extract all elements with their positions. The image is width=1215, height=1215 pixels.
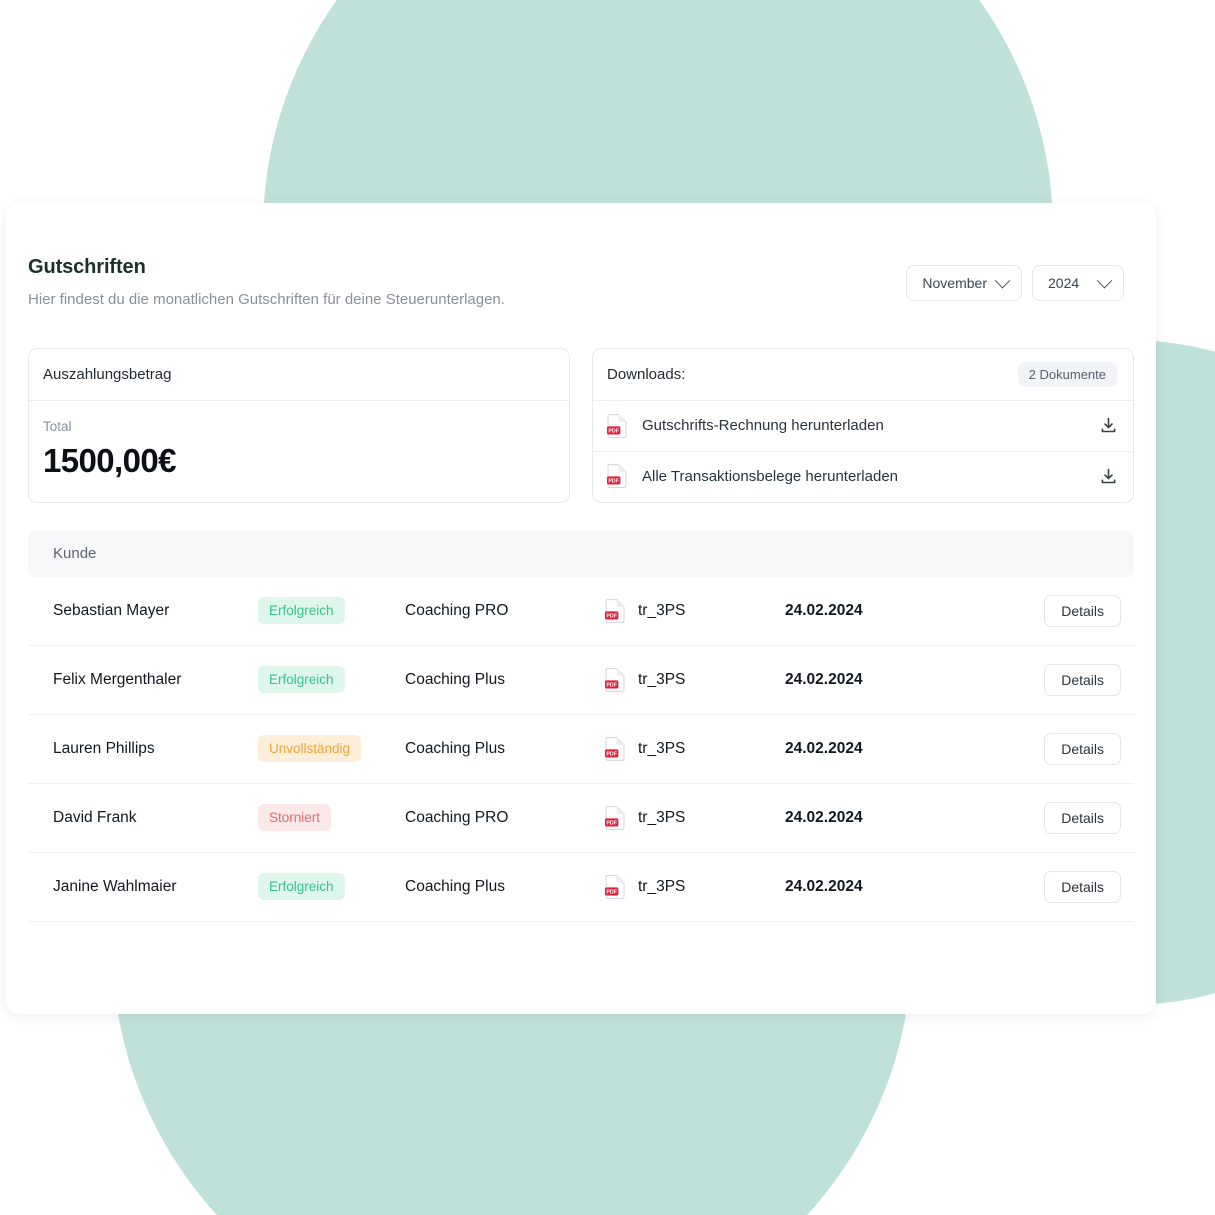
table-row[interactable]: David Frank Storniert Coaching PRO PDF t… bbox=[28, 784, 1134, 853]
cell-file[interactable]: PDF tr_3PS bbox=[605, 667, 785, 692]
cell-customer-name: Felix Mergenthaler bbox=[53, 670, 182, 688]
table-row[interactable]: Lauren Phillips Unvollständig Coaching P… bbox=[28, 715, 1134, 784]
payout-panel: Auszahlungsbetrag Total 1500,00€ bbox=[28, 347, 570, 503]
total-amount: 1500,00€ bbox=[43, 441, 176, 479]
pdf-icon: PDF bbox=[605, 667, 625, 692]
cell-customer-name: Lauren Phillips bbox=[53, 739, 155, 757]
svg-text:PDF: PDF bbox=[606, 613, 617, 619]
cell-status: Storniert bbox=[258, 804, 405, 831]
payout-panel-body: Total 1500,00€ bbox=[29, 401, 569, 502]
downloads-panel-title: Downloads: bbox=[607, 365, 686, 383]
cell-action: Details bbox=[970, 870, 1121, 903]
cell-plan: Coaching PRO bbox=[405, 601, 509, 619]
card-header: Gutschriften Hier findest du die monatli… bbox=[28, 255, 1134, 310]
cell-action: Details bbox=[970, 801, 1121, 834]
cell-date: 24.02.2024 bbox=[785, 877, 863, 895]
status-badge: Unvollständig bbox=[258, 735, 362, 762]
downloads-panel: Downloads: 2 Dokumente PDF Gutschrifts-R… bbox=[592, 347, 1134, 503]
cell-file-label: tr_3PS bbox=[638, 877, 686, 895]
status-badge: Erfolgreich bbox=[258, 597, 345, 624]
cell-file-label: tr_3PS bbox=[638, 739, 686, 757]
svg-text:PDF: PDF bbox=[608, 478, 619, 484]
cell-action: Details bbox=[970, 663, 1121, 696]
column-header-customer: Kunde bbox=[53, 545, 97, 562]
transactions-table: Kunde Sebastian Mayer Erfolgreich Coachi… bbox=[28, 530, 1134, 922]
cell-customer-name: David Frank bbox=[53, 808, 137, 826]
cell-file-label: tr_3PS bbox=[638, 808, 686, 826]
page-root: Gutschriften Hier findest du die monatli… bbox=[0, 0, 1215, 1215]
download-label: Alle Transaktionsbelege herunterladen bbox=[642, 467, 899, 485]
pdf-icon: PDF bbox=[605, 874, 625, 899]
cell-date: 24.02.2024 bbox=[785, 601, 863, 619]
status-badge: Erfolgreich bbox=[258, 666, 345, 693]
card-content: Gutschriften Hier findest du die monatli… bbox=[6, 203, 1156, 922]
download-row[interactable]: PDF Alle Transaktionsbelege herunterlade… bbox=[593, 450, 1133, 501]
cell-file[interactable]: PDF tr_3PS bbox=[605, 874, 785, 899]
payout-panel-header: Auszahlungsbetrag bbox=[29, 349, 569, 401]
document-count-badge: 2 Dokumente bbox=[1017, 361, 1117, 387]
pdf-icon: PDF bbox=[605, 805, 625, 830]
table-body: Sebastian Mayer Erfolgreich Coaching PRO… bbox=[28, 577, 1134, 922]
chevron-down-icon bbox=[1096, 272, 1113, 288]
cell-file-label: tr_3PS bbox=[638, 670, 686, 688]
cell-date: 24.02.2024 bbox=[785, 808, 863, 826]
cell-date: 24.02.2024 bbox=[785, 670, 863, 688]
total-label: Total bbox=[43, 418, 72, 434]
payout-panel-title: Auszahlungsbetrag bbox=[43, 365, 172, 383]
gutschriften-card: Gutschriften Hier findest du die monatli… bbox=[6, 203, 1156, 1014]
cell-status: Erfolgreich bbox=[258, 873, 405, 900]
download-label: Gutschrifts-Rechnung herunterladen bbox=[642, 417, 884, 434]
details-button[interactable]: Details bbox=[1044, 594, 1121, 627]
cell-file[interactable]: PDF tr_3PS bbox=[605, 736, 785, 761]
cell-customer-name: Sebastian Mayer bbox=[53, 601, 170, 619]
year-select-value: 2024 bbox=[1048, 275, 1080, 291]
period-filters: November 2024 bbox=[906, 255, 1134, 301]
summary-panels: Auszahlungsbetrag Total 1500,00€ Downloa… bbox=[28, 347, 1134, 503]
page-subtitle: Hier findest du die monatlichen Gutschri… bbox=[28, 291, 505, 308]
cell-status: Unvollständig bbox=[258, 735, 405, 762]
details-button[interactable]: Details bbox=[1044, 870, 1121, 903]
table-row[interactable]: Janine Wahlmaier Erfolgreich Coaching Pl… bbox=[28, 853, 1134, 922]
cell-file[interactable]: PDF tr_3PS bbox=[605, 805, 785, 830]
cell-plan: Coaching PRO bbox=[405, 808, 509, 826]
header-text-group: Gutschriften Hier findest du die monatli… bbox=[28, 255, 505, 310]
svg-text:PDF: PDF bbox=[606, 889, 617, 895]
year-select[interactable]: 2024 bbox=[1032, 265, 1124, 301]
cell-status: Erfolgreich bbox=[258, 666, 405, 693]
cell-status: Erfolgreich bbox=[258, 597, 405, 624]
chevron-down-icon bbox=[994, 272, 1011, 288]
cell-file-label: tr_3PS bbox=[638, 601, 686, 619]
cell-file[interactable]: PDF tr_3PS bbox=[605, 598, 785, 623]
svg-text:PDF: PDF bbox=[606, 751, 617, 757]
download-row[interactable]: PDF Gutschrifts-Rechnung herunterladen bbox=[593, 401, 1133, 451]
month-select-value: November bbox=[922, 275, 987, 291]
cell-action: Details bbox=[970, 594, 1121, 627]
pdf-icon: PDF bbox=[607, 413, 627, 438]
month-select[interactable]: November bbox=[906, 265, 1022, 301]
table-row[interactable]: Felix Mergenthaler Erfolgreich Coaching … bbox=[28, 646, 1134, 715]
table-header-row: Kunde bbox=[28, 530, 1134, 577]
svg-text:PDF: PDF bbox=[606, 820, 617, 826]
pdf-icon: PDF bbox=[605, 598, 625, 623]
status-badge: Storniert bbox=[258, 804, 332, 831]
cell-plan: Coaching Plus bbox=[405, 877, 505, 895]
cell-action: Details bbox=[970, 732, 1121, 765]
downloads-panel-header: Downloads: 2 Dokumente bbox=[593, 349, 1133, 401]
cell-plan: Coaching Plus bbox=[405, 670, 505, 688]
svg-text:PDF: PDF bbox=[606, 682, 617, 688]
pdf-icon: PDF bbox=[605, 736, 625, 761]
details-button[interactable]: Details bbox=[1044, 732, 1121, 765]
details-button[interactable]: Details bbox=[1044, 801, 1121, 834]
details-button[interactable]: Details bbox=[1044, 663, 1121, 696]
cell-customer-name: Janine Wahlmaier bbox=[53, 877, 177, 895]
cell-date: 24.02.2024 bbox=[785, 739, 863, 757]
download-icon[interactable] bbox=[1100, 468, 1117, 485]
download-icon[interactable] bbox=[1100, 417, 1117, 434]
cell-plan: Coaching Plus bbox=[405, 739, 505, 757]
pdf-icon: PDF bbox=[607, 464, 627, 488]
svg-text:PDF: PDF bbox=[608, 428, 619, 434]
page-title: Gutschriften bbox=[28, 256, 146, 278]
status-badge: Erfolgreich bbox=[258, 873, 345, 900]
table-row[interactable]: Sebastian Mayer Erfolgreich Coaching PRO… bbox=[28, 577, 1134, 646]
